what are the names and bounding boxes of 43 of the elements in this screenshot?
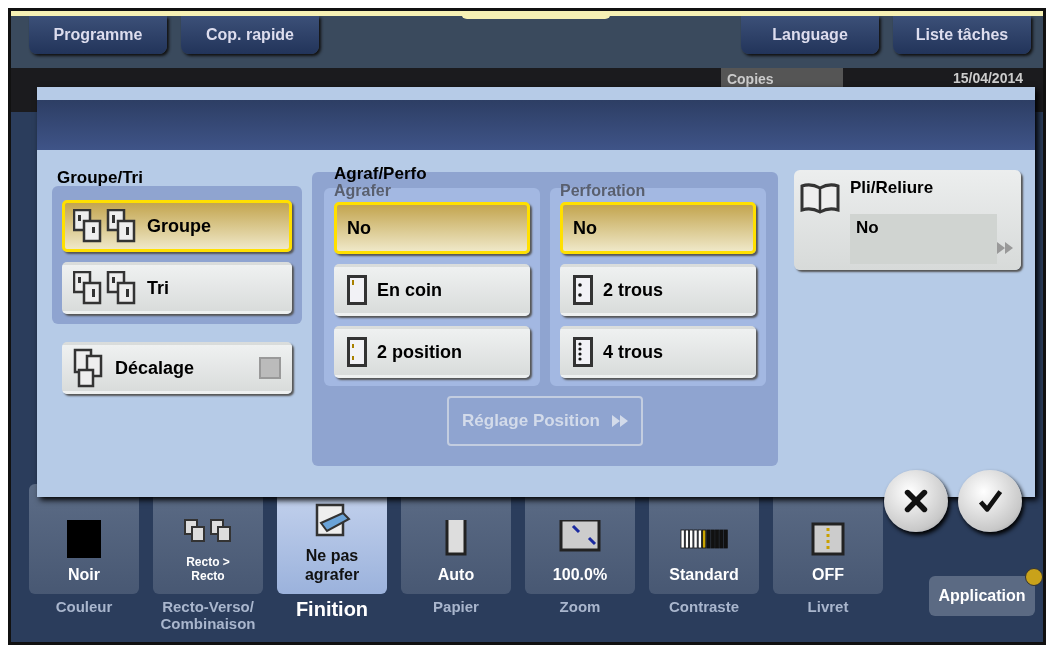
option-button[interactable]: 4 trous (560, 326, 756, 378)
indicator-dot (1025, 568, 1043, 586)
copies-label: Copies (720, 68, 843, 90)
stapled-page-icon (347, 337, 367, 367)
top-button[interactable]: Language (741, 16, 879, 54)
sub-title: Perforation (560, 182, 647, 198)
checkmark-icon (976, 487, 1004, 515)
double-arrow-icon (997, 242, 1013, 254)
sorted-pages-icon (73, 271, 137, 305)
option-button[interactable]: No (334, 202, 530, 254)
grouped-pages-icon (73, 209, 137, 243)
stapled-page-icon (347, 275, 367, 305)
top-button[interactable]: Liste tâches (893, 16, 1031, 54)
offset-pages-icon (73, 348, 105, 388)
section-title: Groupe/Tri (57, 170, 144, 186)
option-button[interactable]: Tri (62, 262, 292, 314)
double-arrow-icon (611, 415, 628, 427)
function-label: Zoom (559, 598, 601, 616)
option-button[interactable]: Groupe (62, 200, 292, 252)
function-label: Recto-Verso/ Combinaison (159, 598, 257, 633)
sub-title: Agrafer (334, 182, 392, 198)
option-button[interactable]: No (560, 202, 756, 254)
function-label: Papier (433, 598, 479, 616)
punched-page-icon (573, 337, 593, 367)
option-button[interactable]: 2 trous (560, 264, 756, 316)
function-label: Couleur (55, 598, 113, 616)
value-display: No (850, 214, 997, 264)
top-button[interactable]: Programme (29, 16, 167, 54)
option-button[interactable]: En coin (334, 264, 530, 316)
punched-page-icon (573, 275, 593, 305)
option-button[interactable]: 2 position (334, 326, 530, 378)
checkbox[interactable] (259, 357, 281, 379)
fold-binding-button[interactable]: Pli/Reliure No (794, 170, 1021, 270)
function-label: Contraste (669, 598, 739, 616)
section-title: Agraf/Perfo (334, 166, 427, 182)
top-button[interactable]: Cop. rapide (181, 16, 319, 54)
function-label: Finition (295, 598, 369, 621)
close-icon (902, 487, 930, 515)
application-button[interactable]: Application (929, 576, 1035, 616)
date-text: 15/04/2014 (952, 70, 1023, 86)
book-icon (800, 182, 840, 214)
function-label: Livret (807, 598, 849, 616)
offset-button[interactable]: Décalage (62, 342, 292, 394)
